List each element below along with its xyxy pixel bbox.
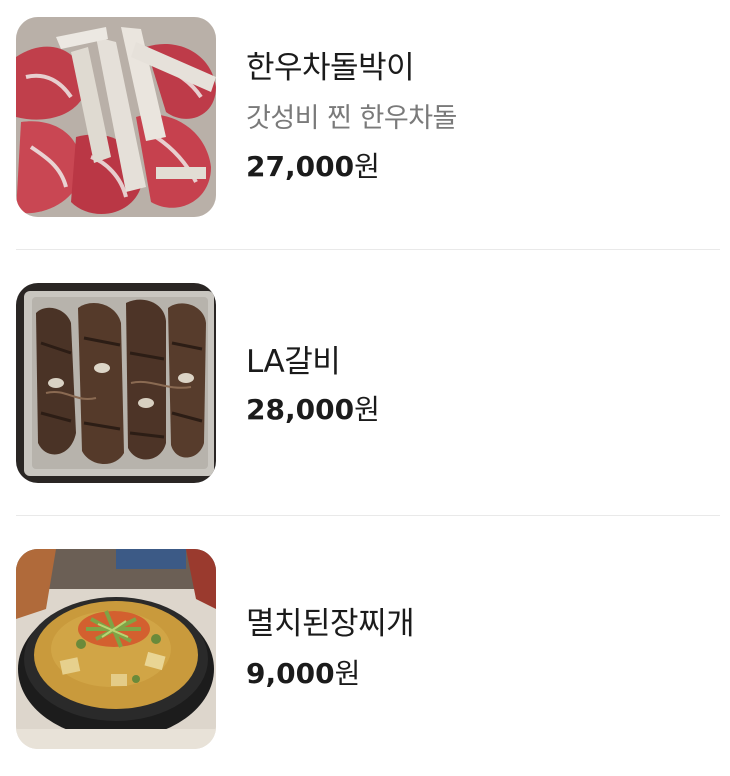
divider — [16, 249, 720, 250]
menu-item-info: 한우차돌박이 갓성비 찐 한우차돌 27,000원 — [246, 49, 706, 185]
menu-item-info: LA갈비 28,000원 — [246, 343, 706, 428]
price-unit: 원 — [354, 393, 380, 426]
price-unit: 원 — [354, 150, 380, 183]
menu-item-price: 28,000원 — [246, 392, 706, 428]
price-unit: 원 — [334, 657, 361, 690]
menu-item-description: 갓성비 찐 한우차돌 — [246, 103, 457, 134]
price-amount: 28,000 — [246, 393, 355, 426]
menu-item-info: 멸치된장찌개 9,000원 — [246, 605, 706, 692]
menu-item-price: 27,000원 — [246, 149, 706, 185]
price-amount: 9,000 — [246, 657, 335, 690]
menu-item-name: 멸치된장찌개 — [246, 606, 415, 642]
menu-item-name: 한우차돌박이 — [246, 50, 415, 86]
menu-item-hanwoo-chadol[interactable]: 한우차돌박이 갓성비 찐 한우차돌 27,000원 — [0, 17, 730, 217]
menu-item-price: 9,000원 — [246, 656, 706, 692]
menu-item-myeolchi-doenjang-jjigae[interactable]: 멸치된장찌개 9,000원 — [0, 549, 730, 749]
menu-item-name: LA갈비 — [246, 344, 341, 380]
menu-list: 한우차돌박이 갓성비 찐 한우차돌 27,000원 LA갈비 28,000원 멸… — [0, 0, 730, 776]
menu-item-la-galbi[interactable]: LA갈비 28,000원 — [0, 283, 730, 483]
soybean-stew-photo-icon — [16, 549, 216, 749]
divider — [16, 515, 720, 516]
grilled-ribs-photo-icon — [16, 283, 216, 483]
beef-brisket-photo-icon — [16, 17, 216, 217]
price-amount: 27,000 — [246, 150, 355, 183]
